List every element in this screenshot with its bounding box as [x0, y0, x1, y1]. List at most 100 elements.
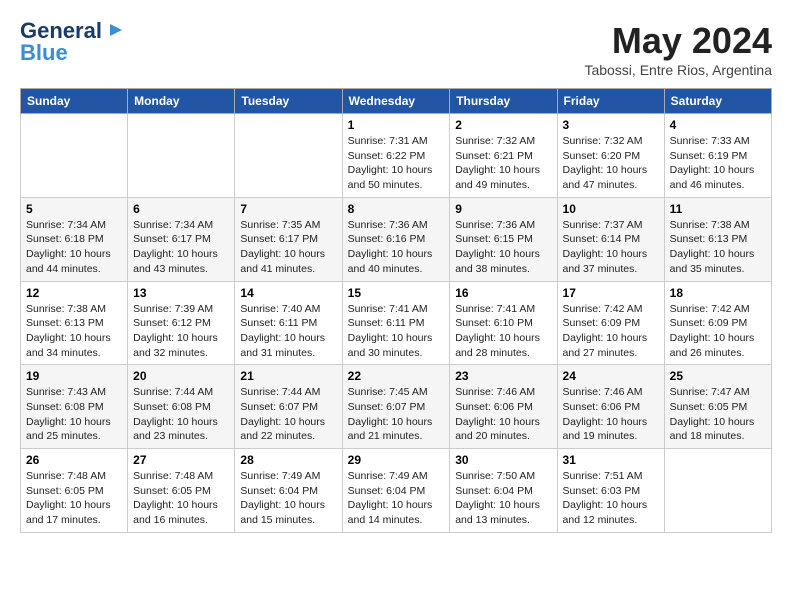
- month-year-title: May 2024: [584, 20, 772, 62]
- day-number: 29: [348, 453, 445, 467]
- day-info: Sunrise: 7:34 AM Sunset: 6:18 PM Dayligh…: [26, 218, 122, 277]
- calendar-cell: 27Sunrise: 7:48 AM Sunset: 6:05 PM Dayli…: [128, 449, 235, 533]
- day-info: Sunrise: 7:43 AM Sunset: 6:08 PM Dayligh…: [26, 385, 122, 444]
- logo: General Blue: [20, 20, 122, 66]
- day-number: 17: [563, 286, 659, 300]
- calendar-cell: 20Sunrise: 7:44 AM Sunset: 6:08 PM Dayli…: [128, 365, 235, 449]
- weekday-header-friday: Friday: [557, 89, 664, 114]
- weekday-header-row: SundayMondayTuesdayWednesdayThursdayFrid…: [21, 89, 772, 114]
- calendar-cell: 26 Sunrise: 7:48 AM Sunset: 6:05 PM Dayli…: [21, 449, 128, 533]
- calendar-cell: 18Sunrise: 7:42 AM Sunset: 6:09 PM Dayli…: [664, 281, 771, 365]
- day-info: Sunrise: 7:36 AM Sunset: 6:15 PM Dayligh…: [455, 218, 551, 277]
- day-number: 13: [133, 286, 229, 300]
- calendar-cell: 11 Sunrise: 7:38 AM Sunset: 6:13 PM Dayli…: [664, 197, 771, 281]
- calendar-week-5: 26 Sunrise: 7:48 AM Sunset: 6:05 PM Dayli…: [21, 449, 772, 533]
- day-number: 8: [348, 202, 445, 216]
- weekday-header-saturday: Saturday: [664, 89, 771, 114]
- day-info: Sunrise: 7:32 AM Sunset: 6:21 PM Dayligh…: [455, 134, 551, 193]
- title-block: May 2024 Tabossi, Entre Rios, Argentina: [584, 20, 772, 78]
- calendar-cell: 8 Sunrise: 7:36 AM Sunset: 6:16 PM Daylig…: [342, 197, 450, 281]
- day-info: Sunrise: 7:51 AM Sunset: 6:03 PM Dayligh…: [563, 469, 659, 528]
- day-number: 19: [26, 369, 122, 383]
- calendar-cell: 22 Sunrise: 7:45 AM Sunset: 6:07 PM Dayli…: [342, 365, 450, 449]
- day-number: 25: [670, 369, 766, 383]
- day-info: Sunrise: 7:32 AM Sunset: 6:20 PM Dayligh…: [563, 134, 659, 193]
- day-info: Sunrise: 7:39 AM Sunset: 6:12 PM Dayligh…: [133, 302, 229, 361]
- calendar-cell: 12 Sunrise: 7:38 AM Sunset: 6:13 PM Dayli…: [21, 281, 128, 365]
- calendar-cell: 21 Sunrise: 7:44 AM Sunset: 6:07 PM Dayli…: [235, 365, 342, 449]
- calendar-cell: 16 Sunrise: 7:41 AM Sunset: 6:10 PM Dayli…: [450, 281, 557, 365]
- day-number: 12: [26, 286, 122, 300]
- day-info: Sunrise: 7:41 AM Sunset: 6:10 PM Dayligh…: [455, 302, 551, 361]
- day-number: 6: [133, 202, 229, 216]
- day-info: Sunrise: 7:38 AM Sunset: 6:13 PM Dayligh…: [670, 218, 766, 277]
- day-number: 30: [455, 453, 551, 467]
- day-info: Sunrise: 7:37 AM Sunset: 6:14 PM Dayligh…: [563, 218, 659, 277]
- day-info: Sunrise: 7:31 AM Sunset: 6:22 PM Dayligh…: [348, 134, 445, 193]
- day-number: 9: [455, 202, 551, 216]
- day-number: 27: [133, 453, 229, 467]
- day-number: 7: [240, 202, 336, 216]
- calendar-cell: 19 Sunrise: 7:43 AM Sunset: 6:08 PM Dayli…: [21, 365, 128, 449]
- day-info: Sunrise: 7:33 AM Sunset: 6:19 PM Dayligh…: [670, 134, 766, 193]
- day-number: 28: [240, 453, 336, 467]
- calendar-cell: 3 Sunrise: 7:32 AM Sunset: 6:20 PM Daylig…: [557, 114, 664, 198]
- calendar-week-2: 5 Sunrise: 7:34 AM Sunset: 6:18 PM Daylig…: [21, 197, 772, 281]
- calendar-body: 1 Sunrise: 7:31 AM Sunset: 6:22 PM Daylig…: [21, 114, 772, 533]
- calendar-cell: [128, 114, 235, 198]
- location-subtitle: Tabossi, Entre Rios, Argentina: [584, 62, 772, 78]
- day-number: 5: [26, 202, 122, 216]
- calendar-cell: 6Sunrise: 7:34 AM Sunset: 6:17 PM Daylig…: [128, 197, 235, 281]
- weekday-header-thursday: Thursday: [450, 89, 557, 114]
- day-number: 24: [563, 369, 659, 383]
- calendar-cell: [21, 114, 128, 198]
- day-number: 15: [348, 286, 445, 300]
- day-info: Sunrise: 7:49 AM Sunset: 6:04 PM Dayligh…: [240, 469, 336, 528]
- day-info: Sunrise: 7:46 AM Sunset: 6:06 PM Dayligh…: [563, 385, 659, 444]
- weekday-header-wednesday: Wednesday: [342, 89, 450, 114]
- calendar-cell: 29Sunrise: 7:49 AM Sunset: 6:04 PM Dayli…: [342, 449, 450, 533]
- day-info: Sunrise: 7:41 AM Sunset: 6:11 PM Dayligh…: [348, 302, 445, 361]
- calendar-cell: 13 Sunrise: 7:39 AM Sunset: 6:12 PM Dayli…: [128, 281, 235, 365]
- calendar-cell: 24 Sunrise: 7:46 AM Sunset: 6:06 PM Dayli…: [557, 365, 664, 449]
- calendar-cell: 5 Sunrise: 7:34 AM Sunset: 6:18 PM Daylig…: [21, 197, 128, 281]
- day-info: Sunrise: 7:36 AM Sunset: 6:16 PM Dayligh…: [348, 218, 445, 277]
- calendar-cell: 25 Sunrise: 7:47 AM Sunset: 6:05 PM Dayli…: [664, 365, 771, 449]
- day-info: Sunrise: 7:42 AM Sunset: 6:09 PM Dayligh…: [563, 302, 659, 361]
- calendar-week-4: 19 Sunrise: 7:43 AM Sunset: 6:08 PM Dayli…: [21, 365, 772, 449]
- day-info: Sunrise: 7:42 AM Sunset: 6:09 PM Dayligh…: [670, 302, 766, 361]
- day-info: Sunrise: 7:45 AM Sunset: 6:07 PM Dayligh…: [348, 385, 445, 444]
- day-number: 23: [455, 369, 551, 383]
- weekday-header-sunday: Sunday: [21, 89, 128, 114]
- day-info: Sunrise: 7:38 AM Sunset: 6:13 PM Dayligh…: [26, 302, 122, 361]
- day-number: 16: [455, 286, 551, 300]
- day-info: Sunrise: 7:47 AM Sunset: 6:05 PM Dayligh…: [670, 385, 766, 444]
- calendar-week-3: 12 Sunrise: 7:38 AM Sunset: 6:13 PM Dayli…: [21, 281, 772, 365]
- day-number: 11: [670, 202, 766, 216]
- calendar-cell: [235, 114, 342, 198]
- day-number: 3: [563, 118, 659, 132]
- calendar-week-1: 1 Sunrise: 7:31 AM Sunset: 6:22 PM Daylig…: [21, 114, 772, 198]
- calendar-cell: 23 Sunrise: 7:46 AM Sunset: 6:06 PM Dayli…: [450, 365, 557, 449]
- page-header: General Blue May 2024 Tabossi, Entre Rio…: [20, 20, 772, 78]
- calendar-cell: 28 Sunrise: 7:49 AM Sunset: 6:04 PM Dayli…: [235, 449, 342, 533]
- day-info: Sunrise: 7:44 AM Sunset: 6:07 PM Dayligh…: [240, 385, 336, 444]
- day-info: Sunrise: 7:35 AM Sunset: 6:17 PM Dayligh…: [240, 218, 336, 277]
- calendar-cell: 15 Sunrise: 7:41 AM Sunset: 6:11 PM Dayli…: [342, 281, 450, 365]
- day-info: Sunrise: 7:44 AM Sunset: 6:08 PM Dayligh…: [133, 385, 229, 444]
- calendar-table: SundayMondayTuesdayWednesdayThursdayFrid…: [20, 88, 772, 533]
- logo-blue: Blue: [20, 40, 68, 65]
- calendar-cell: 4 Sunrise: 7:33 AM Sunset: 6:19 PM Daylig…: [664, 114, 771, 198]
- day-number: 21: [240, 369, 336, 383]
- calendar-cell: 9 Sunrise: 7:36 AM Sunset: 6:15 PM Daylig…: [450, 197, 557, 281]
- day-number: 22: [348, 369, 445, 383]
- day-number: 26: [26, 453, 122, 467]
- day-info: Sunrise: 7:48 AM Sunset: 6:05 PM Dayligh…: [26, 469, 122, 528]
- day-info: Sunrise: 7:46 AM Sunset: 6:06 PM Dayligh…: [455, 385, 551, 444]
- day-number: 4: [670, 118, 766, 132]
- day-number: 2: [455, 118, 551, 132]
- day-number: 1: [348, 118, 445, 132]
- calendar-cell: 30Sunrise: 7:50 AM Sunset: 6:04 PM Dayli…: [450, 449, 557, 533]
- calendar-cell: 10Sunrise: 7:37 AM Sunset: 6:14 PM Dayli…: [557, 197, 664, 281]
- logo-icon: [104, 22, 122, 40]
